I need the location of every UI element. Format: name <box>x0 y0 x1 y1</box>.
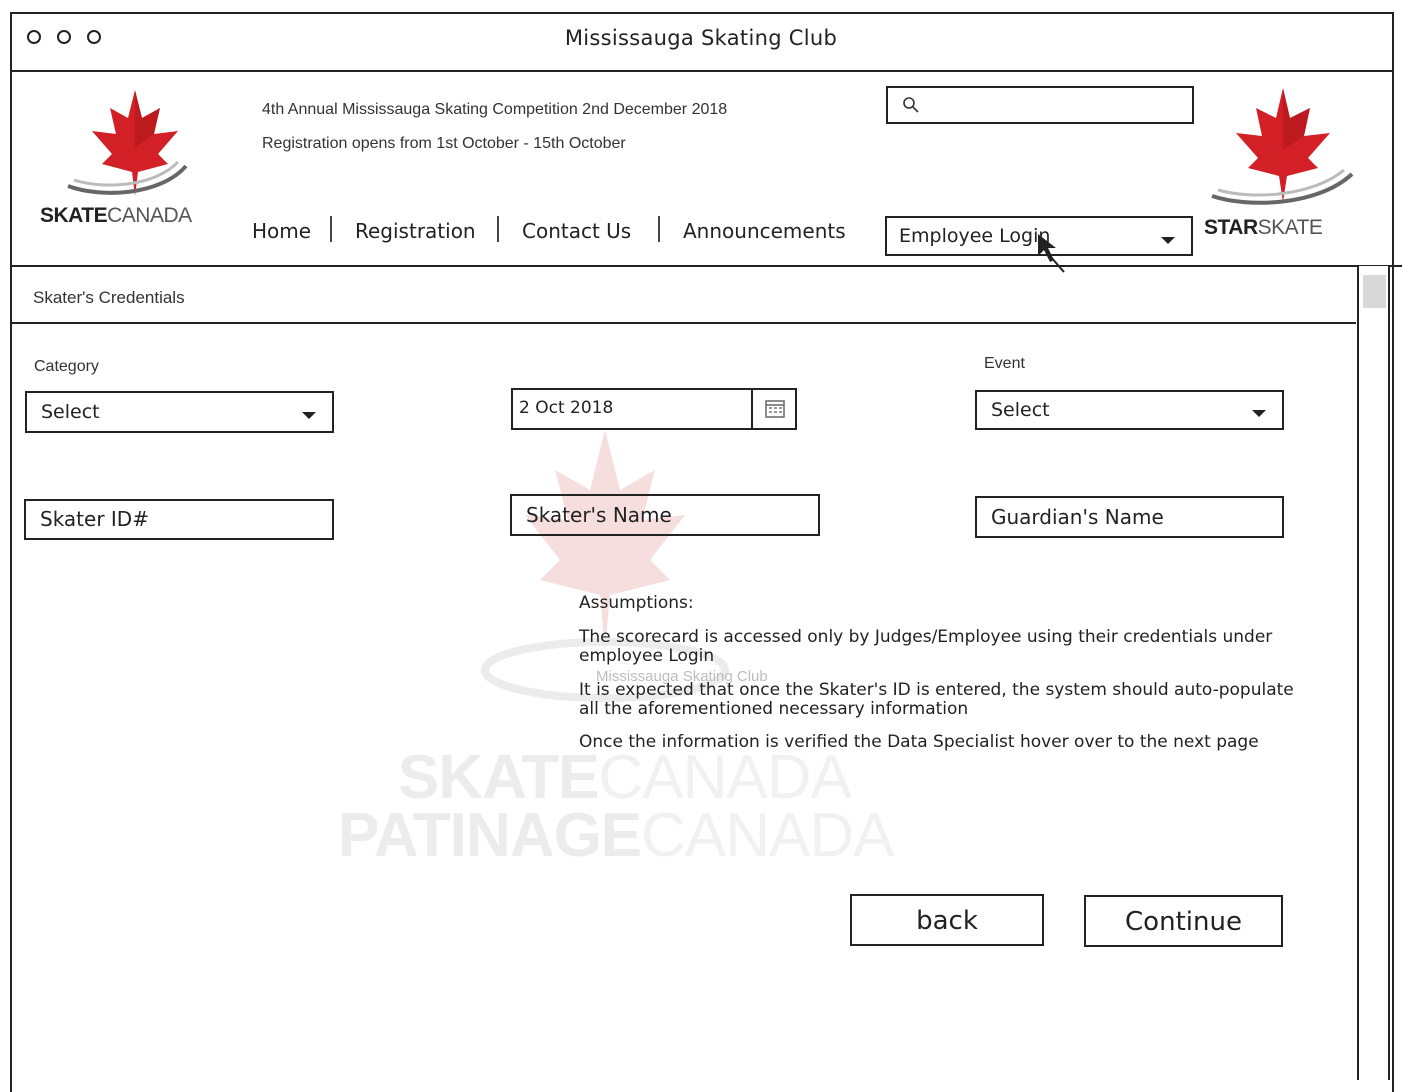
assumption-1: The scorecard is accessed only by Judges… <box>579 627 1273 666</box>
assumption-2: It is expected that once the Skater's ID… <box>579 680 1294 719</box>
nav-separator <box>658 216 660 242</box>
chevron-down-icon <box>1161 237 1175 244</box>
date-picker-divider <box>751 390 753 428</box>
assumptions-heading: Assumptions: <box>579 593 694 613</box>
skatecanada-leaf-icon <box>67 90 188 196</box>
skater-id-placeholder: Skater ID# <box>40 507 149 531</box>
search-icon <box>903 97 919 113</box>
nav-separator <box>497 216 499 242</box>
section-divider <box>10 322 1356 324</box>
registration-dates: Registration opens from 1st October - 15… <box>262 135 626 152</box>
mouse-cursor-icon <box>1038 234 1065 273</box>
event-label: Event <box>984 355 1025 372</box>
chevron-down-icon <box>1252 410 1266 417</box>
scrollbar-thumb[interactable] <box>1363 275 1386 308</box>
chevron-down-icon <box>302 412 316 419</box>
watermark-line2: PATINAGECANADA <box>338 801 895 870</box>
nav-registration[interactable]: Registration <box>355 219 476 243</box>
nav-home[interactable]: Home <box>252 219 311 243</box>
event-value: Select <box>991 399 1050 421</box>
vertical-scrollbar[interactable] <box>1357 266 1390 1080</box>
skatecanada-logo-text: SKATECANADA <box>40 204 192 227</box>
starskate-logo-text: STARSKATE <box>1204 216 1323 239</box>
back-button[interactable]: back <box>850 894 1044 946</box>
calendar-icon[interactable] <box>764 398 786 420</box>
category-label: Category <box>34 358 99 375</box>
starskate-leaf-icon <box>1211 88 1354 205</box>
nav-announcements[interactable]: Announcements <box>683 219 846 243</box>
titlebar-divider <box>10 70 1394 72</box>
date-value: 2 Oct 2018 <box>519 398 614 418</box>
nav-separator <box>330 216 332 242</box>
search-input[interactable] <box>886 86 1194 124</box>
window-title: Mississauga Skating Club <box>564 26 838 50</box>
continue-button[interactable]: Continue <box>1084 895 1283 947</box>
header-divider <box>10 265 1402 267</box>
employee-login-label: Employee Login <box>899 225 1051 247</box>
guardian-name-placeholder: Guardian's Name <box>991 505 1164 529</box>
competition-announcement: 4th Annual Mississauga Skating Competiti… <box>262 101 728 118</box>
nav-contact-us[interactable]: Contact Us <box>522 219 631 243</box>
section-title: Skater's Credentials <box>33 288 185 307</box>
category-value: Select <box>41 401 100 423</box>
skater-name-placeholder: Skater's Name <box>526 503 672 527</box>
assumption-3: Once the information is verified the Dat… <box>579 732 1259 752</box>
